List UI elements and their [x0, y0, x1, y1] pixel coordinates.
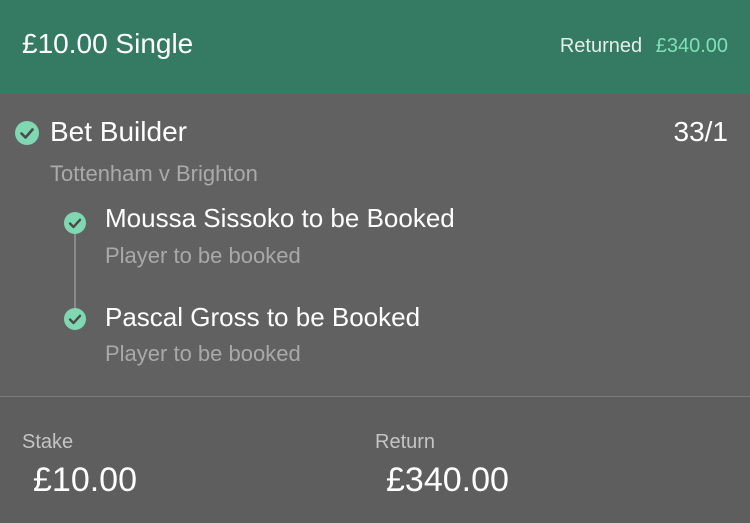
event-name: Tottenham v Brighton: [50, 161, 258, 186]
stake-value: £10.00: [33, 461, 137, 499]
bet-odds: 33/1: [673, 116, 729, 147]
returned-label: Returned: [559, 35, 643, 57]
return-value: £340.00: [386, 461, 509, 499]
bet-details: Bet Builder 33/1 Tottenham v Brighton Mo…: [0, 94, 750, 396]
bet-footer: Stake £10.00 Return £340.00: [0, 397, 750, 523]
bet-summary-title: £10.00 Single: [22, 28, 194, 59]
returned-summary: Returned £340.00: [560, 33, 728, 59]
stake-label: Stake: [22, 431, 74, 453]
returned-amount: £340.00: [655, 35, 728, 57]
leg-selection-title: Pascal Gross to be Booked: [105, 302, 421, 332]
bet-type-title: Bet Builder: [50, 116, 187, 147]
leg-market: Player to be booked: [105, 341, 301, 366]
return-label: Return: [375, 431, 436, 453]
leg-selection-title: Moussa Sissoko to be Booked: [105, 203, 455, 233]
check-circle-icon: [15, 121, 39, 145]
check-circle-icon: [64, 308, 86, 330]
leg-market: Player to be booked: [105, 243, 301, 268]
bet-header: £10.00 Single Returned £340.00: [0, 0, 750, 94]
check-circle-icon: [64, 212, 86, 234]
legs-connector-line: [74, 230, 76, 320]
